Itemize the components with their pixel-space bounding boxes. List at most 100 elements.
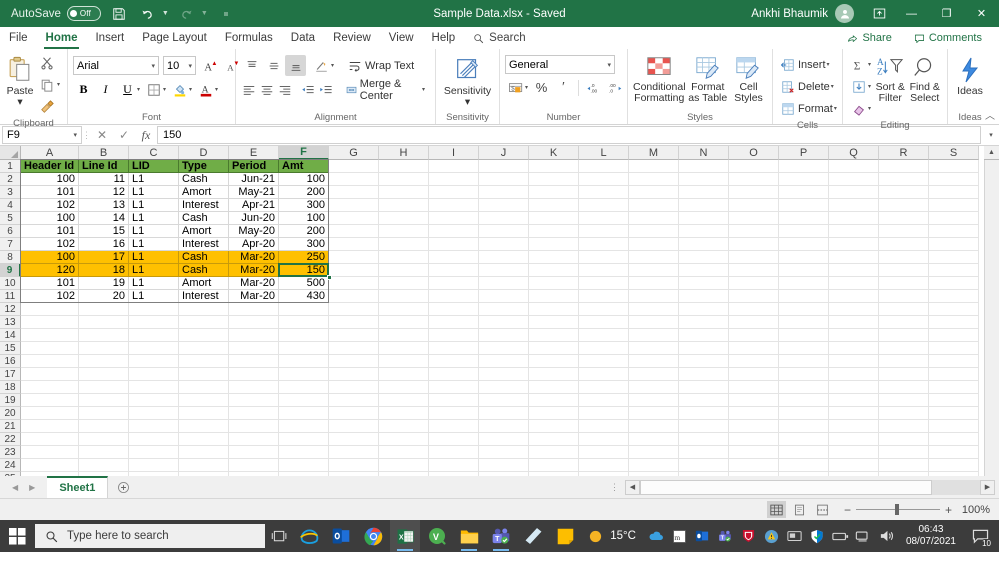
cell-C16[interactable]	[129, 355, 179, 368]
volume-icon[interactable]	[876, 520, 897, 552]
cell-I12[interactable]	[429, 303, 479, 316]
cell-F10[interactable]: 500	[279, 277, 329, 290]
cell-Q16[interactable]	[829, 355, 879, 368]
cell-I16[interactable]	[429, 355, 479, 368]
cell-L12[interactable]	[579, 303, 629, 316]
align-left-icon[interactable]	[241, 79, 258, 100]
cell-G1[interactable]	[329, 160, 379, 173]
column-header-i[interactable]: I	[429, 146, 479, 160]
merge-center-button[interactable]: Merge & Center ▾	[343, 78, 430, 102]
cell-K5[interactable]	[529, 212, 579, 225]
cell-L1[interactable]	[579, 160, 629, 173]
redo-dropdown-caret[interactable]: ▼	[201, 10, 208, 17]
font-name-input[interactable]: Arial ▾	[73, 56, 159, 75]
cell-K15[interactable]	[529, 342, 579, 355]
cell-A18[interactable]	[21, 381, 79, 394]
font-size-caret[interactable]: ▾	[188, 62, 192, 70]
paste-dropdown-caret[interactable]: ▾	[17, 97, 22, 108]
cell-O6[interactable]	[729, 225, 779, 238]
cell-H16[interactable]	[379, 355, 429, 368]
cell-Q9[interactable]	[829, 264, 879, 277]
cell-C1[interactable]: LID	[129, 160, 179, 173]
cell-C18[interactable]	[129, 381, 179, 394]
cell-J17[interactable]	[479, 368, 529, 381]
cell-I21[interactable]	[429, 420, 479, 433]
cell-E19[interactable]	[229, 394, 279, 407]
expand-formula-bar-icon[interactable]: ▾	[983, 125, 999, 145]
cell-I6[interactable]	[429, 225, 479, 238]
cell-D15[interactable]	[179, 342, 229, 355]
cell-G3[interactable]	[329, 186, 379, 199]
cell-B23[interactable]	[79, 446, 129, 459]
cell-O4[interactable]	[729, 199, 779, 212]
cell-F11[interactable]: 430	[279, 290, 329, 303]
row-header-21[interactable]: 21	[0, 420, 21, 433]
cell-R19[interactable]	[879, 394, 929, 407]
row-header-25[interactable]: 25	[0, 472, 21, 476]
cell-E14[interactable]	[229, 329, 279, 342]
cell-K10[interactable]	[529, 277, 579, 290]
cell-D11[interactable]: Interest	[179, 290, 229, 303]
cell-A1[interactable]: Header Id	[21, 160, 79, 173]
cell-P16[interactable]	[779, 355, 829, 368]
cell-F14[interactable]	[279, 329, 329, 342]
cell-C6[interactable]: L1	[129, 225, 179, 238]
cell-Q18[interactable]	[829, 381, 879, 394]
align-center-icon[interactable]	[259, 79, 276, 100]
cell-P24[interactable]	[779, 459, 829, 472]
cell-G5[interactable]	[329, 212, 379, 225]
cell-P19[interactable]	[779, 394, 829, 407]
cell-R4[interactable]	[879, 199, 929, 212]
decrease-indent-icon[interactable]	[299, 79, 316, 100]
cell-M18[interactable]	[629, 381, 679, 394]
delete-dropdown-caret[interactable]: ▾	[831, 83, 834, 90]
cell-D21[interactable]	[179, 420, 229, 433]
borders-dropdown-caret[interactable]: ▾	[163, 86, 166, 93]
column-header-h[interactable]: H	[379, 146, 429, 160]
column-header-m[interactable]: M	[629, 146, 679, 160]
cell-K25[interactable]	[529, 472, 579, 476]
cell-N19[interactable]	[679, 394, 729, 407]
cell-G17[interactable]	[329, 368, 379, 381]
cell-D2[interactable]: Cash	[179, 173, 229, 186]
cell-F16[interactable]	[279, 355, 329, 368]
fill-color-dropdown-caret[interactable]: ▾	[189, 86, 192, 93]
row-header-10[interactable]: 10	[0, 277, 21, 290]
cell-D1[interactable]: Type	[179, 160, 229, 173]
cell-N3[interactable]	[679, 186, 729, 199]
cell-B14[interactable]	[79, 329, 129, 342]
cell-A11[interactable]: 102	[21, 290, 79, 303]
cell-Q20[interactable]	[829, 407, 879, 420]
cell-I11[interactable]	[429, 290, 479, 303]
cell-M25[interactable]	[629, 472, 679, 476]
cell-J12[interactable]	[479, 303, 529, 316]
zoom-track[interactable]	[855, 504, 940, 515]
cell-B2[interactable]: 11	[79, 173, 129, 186]
cell-D22[interactable]	[179, 433, 229, 446]
cell-D24[interactable]	[179, 459, 229, 472]
cell-N10[interactable]	[679, 277, 729, 290]
tab-formulas[interactable]: Formulas	[216, 27, 282, 49]
cell-C24[interactable]	[129, 459, 179, 472]
underline-button[interactable]: U	[117, 79, 138, 100]
taskbar-app-file-explorer[interactable]	[454, 520, 484, 552]
autosave-switch[interactable]: Off	[66, 6, 101, 21]
bold-button[interactable]: B	[73, 79, 94, 100]
cell-R17[interactable]	[879, 368, 929, 381]
select-all-corner[interactable]	[0, 146, 21, 160]
cell-R10[interactable]	[879, 277, 929, 290]
share-button[interactable]: Share	[839, 29, 899, 47]
cell-G20[interactable]	[329, 407, 379, 420]
cell-G21[interactable]	[329, 420, 379, 433]
cell-O13[interactable]	[729, 316, 779, 329]
autosum-dropdown-caret[interactable]: ▾	[868, 61, 871, 68]
cell-Q13[interactable]	[829, 316, 879, 329]
cell-D16[interactable]	[179, 355, 229, 368]
outlook-tray-icon[interactable]	[692, 520, 713, 552]
hscroll-thumb[interactable]	[640, 479, 933, 495]
cell-B3[interactable]: 12	[79, 186, 129, 199]
cell-Q3[interactable]	[829, 186, 879, 199]
cell-I25[interactable]	[429, 472, 479, 476]
borders-icon[interactable]	[143, 79, 164, 100]
cell-H2[interactable]	[379, 173, 429, 186]
